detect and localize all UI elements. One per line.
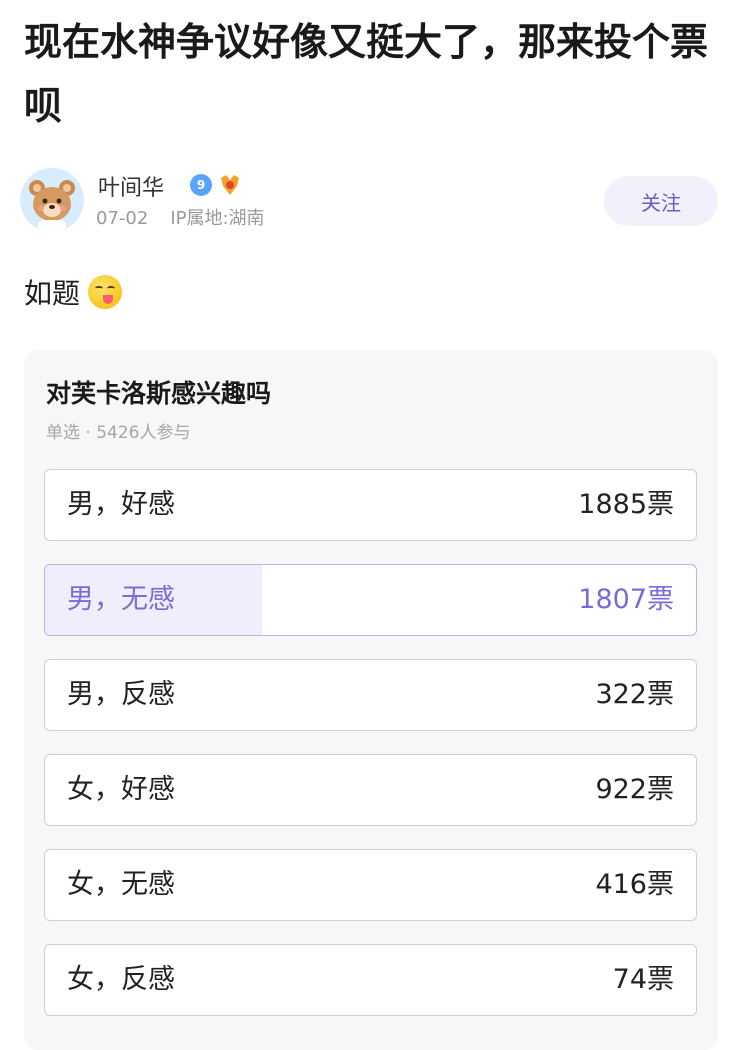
- poll-option-votes: 322票: [595, 679, 674, 710]
- post-content: 如题: [24, 272, 123, 312]
- poll-option[interactable]: 男，好感 1885票: [44, 469, 697, 541]
- poll-option[interactable]: 女，反感 74票: [44, 944, 697, 1016]
- poll-option[interactable]: 男，反感 322票: [44, 659, 697, 731]
- poll-option-votes: 1885票: [578, 489, 674, 520]
- poll-option-votes: 922票: [595, 774, 674, 805]
- author-badges: 9: [190, 174, 242, 196]
- follow-button[interactable]: 关注: [604, 176, 718, 226]
- poll-option-votes: 416票: [595, 869, 674, 900]
- poll-options: 男，好感 1885票 男，无感 1807票 男，反感 322票 女，好感 922…: [44, 469, 697, 1039]
- poll-option-label: 女，反感: [67, 964, 175, 995]
- post-meta: 07-02 IP属地:湖南: [96, 204, 265, 230]
- poll-question: 对芙卡洛斯感兴趣吗: [46, 379, 272, 408]
- poll-option-label: 女，好感: [67, 774, 175, 805]
- poll-option-label: 男，好感: [67, 489, 175, 520]
- poll-option-votes: 74票: [612, 964, 674, 995]
- level-badge: 9: [190, 174, 212, 196]
- poll-option-label: 女，无感: [67, 869, 175, 900]
- author-name[interactable]: 叶间华: [98, 170, 164, 202]
- post-title: 现在水神争议好像又挺大了，那来投个票呗: [24, 20, 709, 128]
- bear-avatar-icon: [20, 168, 84, 232]
- post-date: 07-02: [96, 208, 149, 229]
- poll-option[interactable]: 男，无感 1807票: [44, 564, 697, 636]
- poll-option[interactable]: 女，好感 922票: [44, 754, 697, 826]
- poll-option-label: 男，无感: [67, 584, 175, 615]
- yum-face-emoji-icon: [88, 275, 123, 309]
- poll-option-votes: 1807票: [578, 584, 674, 615]
- poll-meta: 单选 · 5426人参与: [46, 423, 191, 443]
- avatar[interactable]: [20, 168, 84, 232]
- post-body-text: 如题: [24, 277, 81, 310]
- poll-option-label: 男，反感: [67, 679, 175, 710]
- author-bar: 叶间华 9 07-02 IP属地:湖南 关注: [20, 168, 720, 232]
- medal-icon: [221, 175, 239, 195]
- poll-option[interactable]: 女，无感 416票: [44, 849, 697, 921]
- ip-location: IP属地:湖南: [170, 208, 265, 229]
- poll-card: 对芙卡洛斯感兴趣吗 单选 · 5426人参与 男，好感 1885票 男，无感 1…: [24, 350, 718, 1050]
